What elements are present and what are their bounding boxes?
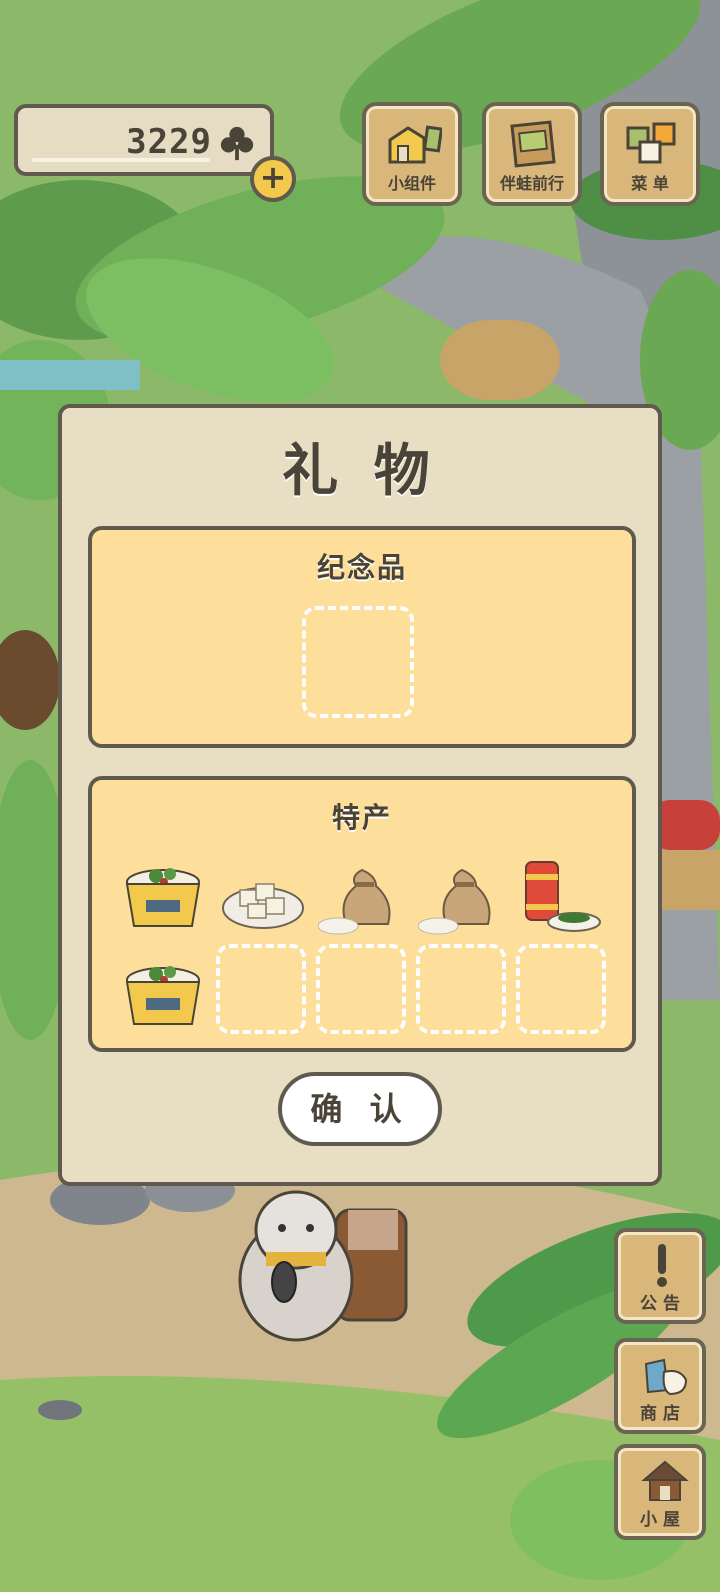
notice-button[interactable]: 公 告: [614, 1228, 706, 1324]
widget-label: 小组件: [387, 174, 436, 193]
specialty-empty-slot[interactable]: [316, 944, 406, 1034]
specialty-empty-slot[interactable]: [416, 944, 506, 1034]
notice-label: 公 告: [640, 1294, 680, 1314]
clover-icon: [220, 126, 254, 161]
rice-sack-icon[interactable]: [318, 856, 408, 946]
confirm-button[interactable]: 确 认: [278, 1072, 442, 1146]
house-button[interactable]: 小 屋: [614, 1444, 706, 1540]
rice-sack-icon[interactable]: [418, 856, 508, 946]
dialog-title: 礼 物: [282, 439, 438, 504]
album-label: 伴蛙前行: [499, 174, 564, 193]
specialty-panel: 特产: [88, 776, 636, 1052]
house-label: 小 屋: [640, 1510, 680, 1530]
specialty-empty-slot[interactable]: [216, 944, 306, 1034]
tofu-plate-icon[interactable]: [218, 856, 308, 946]
clover-counter: 3229: [14, 104, 274, 176]
noodle-bowl-icon[interactable]: [118, 856, 208, 946]
widget-button[interactable]: 小组件: [362, 102, 462, 206]
album-button[interactable]: 伴蛙前行: [482, 102, 582, 206]
clover-bar: [32, 158, 210, 162]
house-icon: [641, 1460, 689, 1501]
shop-label: 商 店: [640, 1404, 680, 1424]
clover-count: 3229: [126, 122, 212, 162]
gift-dialog: 礼 物 纪念品 特产 确 认: [58, 404, 662, 1186]
add-clover-button[interactable]: +: [250, 156, 296, 202]
souvenir-title: 纪念品: [316, 551, 407, 584]
hamster-character: [238, 1190, 408, 1342]
menu-button[interactable]: 菜 单: [600, 102, 700, 206]
specialty-empty-slot[interactable]: [516, 944, 606, 1034]
notice-icon: [657, 1244, 667, 1287]
widget-icon: [388, 125, 442, 164]
tea-can-icon[interactable]: [518, 856, 608, 946]
menu-label: 菜 单: [631, 174, 669, 193]
souvenir-panel: 纪念品: [88, 526, 636, 748]
menu-icon: [626, 122, 676, 164]
plus-icon: +: [259, 158, 287, 196]
noodle-bowl-icon[interactable]: [118, 954, 208, 1044]
shop-button[interactable]: 商 店: [614, 1338, 706, 1434]
album-icon: [510, 120, 556, 168]
specialty-title: 特产: [331, 801, 392, 834]
souvenir-slot[interactable]: [302, 606, 414, 718]
shop-icon: [644, 1358, 688, 1396]
